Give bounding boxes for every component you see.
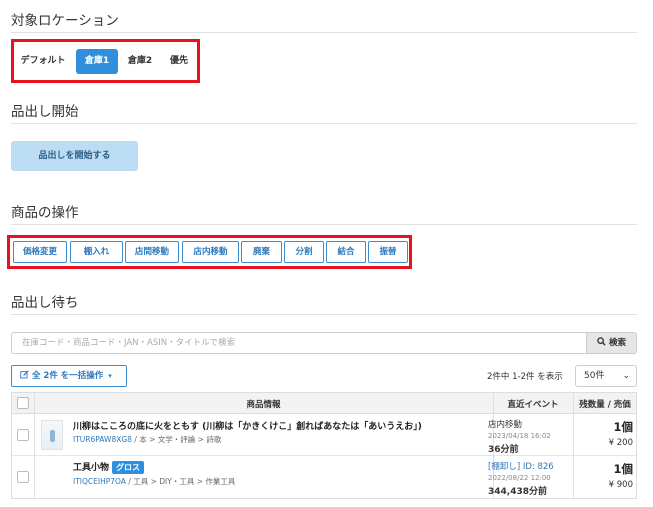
event-date: 2023/04/18 16:02 xyxy=(488,432,551,440)
ops-section-title: 商品の操作 xyxy=(11,205,79,221)
remaining-quantity: 1個 xyxy=(613,462,633,476)
divider xyxy=(11,123,637,124)
caret-down-icon: ▾ xyxy=(108,372,112,380)
op-button-inter-store-move[interactable]: 店間移動 xyxy=(125,241,179,263)
product-category: / 工具 > DIY・工具 > 作業工具 xyxy=(125,477,236,486)
divider xyxy=(573,414,574,455)
divider xyxy=(573,456,574,498)
search-button[interactable]: 検索 xyxy=(587,332,637,354)
header-product-info: 商品情報 xyxy=(246,400,281,410)
product-meta: ITUR6PAW8XG8 / 本 > 文学・評論 > 詩歌 xyxy=(73,434,221,445)
table-row: 工具小物 グロス ITIQCEIHP7OA / 工具 > DIY・工具 > 作業工… xyxy=(12,456,636,498)
op-button-transfer[interactable]: 振替 xyxy=(368,241,408,263)
op-button-merge[interactable]: 結合 xyxy=(326,241,366,263)
location-tab-default[interactable]: デフォルト xyxy=(17,49,69,74)
header-recent-event: 直近イベント xyxy=(507,400,559,410)
location-section-title: 対象ロケーション xyxy=(11,13,119,29)
search-icon xyxy=(597,337,606,346)
product-name[interactable]: 工具小物 xyxy=(73,463,109,473)
selling-price: ¥ 200 xyxy=(608,438,633,448)
start-section-title: 品出し開始 xyxy=(11,104,79,120)
bulk-action-label: 全 2件 を一括操作 xyxy=(31,371,104,381)
product-category: / 本 > 文学・評論 > 詩歌 xyxy=(131,435,222,444)
row-checkbox[interactable] xyxy=(17,429,29,441)
result-count: 2件中 1-2件 を表示 xyxy=(487,372,563,382)
product-thumbnail xyxy=(41,420,63,450)
event-date: 2022/08/22 12:00 xyxy=(488,474,551,482)
event-title-link[interactable]: [棚卸し] ID: 826 xyxy=(488,460,554,472)
location-tab-warehouse1[interactable]: 倉庫1 xyxy=(76,49,118,74)
event-ago: 36分前 xyxy=(488,445,519,455)
restock-table: 商品情報 直近イベント 残数量 / 売価 川柳はこころの底に火をともす (川柳は… xyxy=(11,392,637,499)
divider xyxy=(34,456,35,498)
divider xyxy=(11,224,637,225)
edit-icon xyxy=(20,370,29,379)
selling-price: ¥ 900 xyxy=(608,480,633,490)
chevron-down-icon: ⌄ xyxy=(622,371,630,381)
op-button-in-store-move[interactable]: 店内移動 xyxy=(182,241,239,263)
search-button-label: 検索 xyxy=(608,338,626,348)
divider xyxy=(34,414,35,455)
op-button-split[interactable]: 分割 xyxy=(284,241,324,263)
select-all-checkbox[interactable] xyxy=(17,397,29,409)
row-checkbox[interactable] xyxy=(17,471,29,483)
table-row: 川柳はこころの底に火をともす (川柳は「かきくけこ」創ればあなたは「あいうえお」… xyxy=(12,414,636,456)
gross-badge: グロス xyxy=(112,461,145,474)
per-page-value: 50件 xyxy=(584,371,605,381)
event-title: 店内移動 xyxy=(488,420,523,430)
header-qty-price: 残数量 / 売価 xyxy=(579,400,631,410)
table-header: 商品情報 直近イベント 残数量 / 売価 xyxy=(12,393,636,414)
product-meta: ITIQCEIHP7OA / 工具 > DIY・工具 > 作業工具 xyxy=(73,476,235,487)
event-ago: 344,438分前 xyxy=(488,487,547,497)
product-name[interactable]: 川柳はこころの底に火をともす (川柳は「かきくけこ」創ればあなたは「あいうえお」… xyxy=(73,419,422,432)
divider xyxy=(11,32,637,33)
op-button-dispose[interactable]: 廃棄 xyxy=(241,241,282,263)
search-input[interactable] xyxy=(11,332,587,354)
per-page-select[interactable]: 50件 ⌄ xyxy=(575,365,637,387)
op-button-price-change[interactable]: 価格変更 xyxy=(13,241,67,263)
waiting-section-title: 品出し待ち xyxy=(11,295,79,311)
start-restock-button[interactable]: 品出しを開始する xyxy=(11,141,138,171)
product-code-link[interactable]: ITIQCEIHP7OA xyxy=(73,477,126,486)
divider xyxy=(11,314,637,315)
bulk-action-button[interactable]: 全 2件 を一括操作 ▾ xyxy=(11,365,127,387)
location-tab-warehouse2[interactable]: 倉庫2 xyxy=(120,49,160,74)
product-name-wrap: 工具小物 グロス xyxy=(73,460,145,474)
op-button-shelving[interactable]: 棚入れ xyxy=(70,241,123,263)
product-code-link[interactable]: ITUR6PAW8XG8 xyxy=(73,435,132,444)
remaining-quantity: 1個 xyxy=(613,420,633,434)
location-tab-priority[interactable]: 優先 xyxy=(162,49,196,74)
